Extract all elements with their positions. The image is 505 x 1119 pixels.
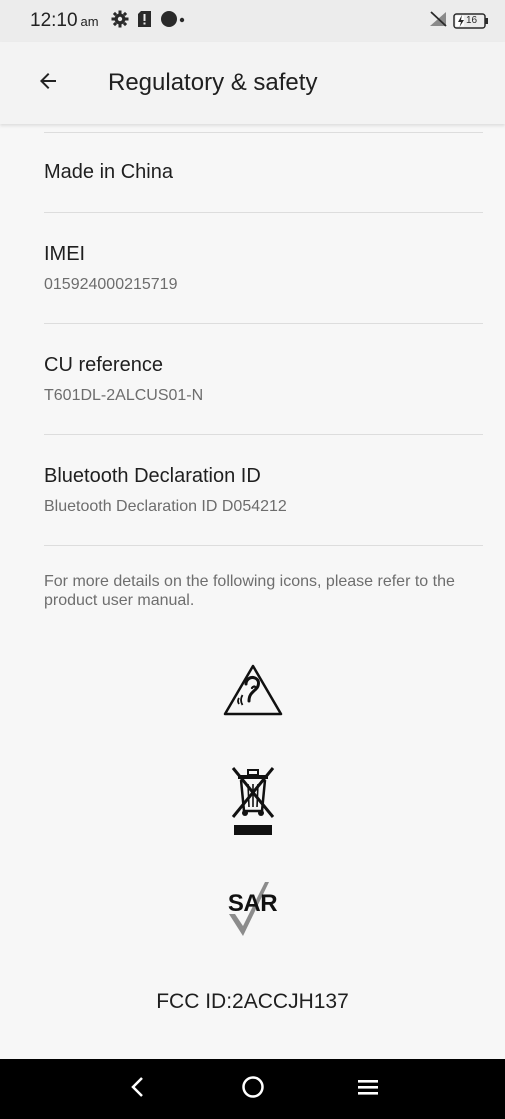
list-item-title: Bluetooth Declaration ID xyxy=(44,465,261,487)
hearing-aid-compatibility-icon xyxy=(222,663,284,722)
list-item-made-in[interactable]: Made in China xyxy=(0,133,505,212)
nav-back-button[interactable] xyxy=(113,1064,163,1114)
navigation-bar xyxy=(0,1059,505,1119)
arrow-back-icon xyxy=(36,69,60,98)
sar-icon: SAR xyxy=(221,878,285,942)
list-item-subtitle: T601DL-2ALCUS01-N xyxy=(44,387,204,404)
back-icon xyxy=(130,1076,146,1103)
back-button[interactable] xyxy=(24,59,72,107)
no-sim-icon xyxy=(429,10,447,32)
hac-icon-container xyxy=(0,663,505,722)
list-item-imei[interactable]: IMEI 015924000215719 xyxy=(0,213,505,323)
app-bar: Regulatory & safety xyxy=(0,42,505,124)
status-ampm: am xyxy=(80,13,99,29)
battery-charging-icon: 16 xyxy=(453,12,489,30)
gear-icon xyxy=(111,10,129,33)
list-item-title: IMEI xyxy=(44,243,86,265)
weee-crossed-bin-icon xyxy=(230,765,276,842)
divider xyxy=(44,545,483,546)
list-item-bluetooth-declaration[interactable]: Bluetooth Declaration ID Bluetooth Decla… xyxy=(0,435,505,545)
regulatory-info-list: Made in China IMEI 015924000215719 CU re… xyxy=(0,124,505,546)
page-title: Regulatory & safety xyxy=(108,69,318,96)
fcc-id: FCC ID:2ACCJH137 xyxy=(156,990,349,1013)
list-item-title: Made in China xyxy=(44,161,173,183)
status-bar: 12:10 am 16 xyxy=(0,0,505,42)
recents-menu-icon xyxy=(357,1078,379,1101)
icons-info-note: For more details on the following icons,… xyxy=(44,573,455,609)
list-item-title: CU reference xyxy=(44,354,163,376)
sar-label: SAR xyxy=(227,890,278,917)
list-item-cu-reference[interactable]: CU reference T601DL-2ALCUS01-N xyxy=(0,324,505,434)
battery-level: 16 xyxy=(466,15,478,26)
sar-icon-container: SAR xyxy=(0,878,505,942)
nav-home-button[interactable] xyxy=(228,1064,278,1114)
home-icon xyxy=(241,1075,265,1104)
nav-recents-button[interactable] xyxy=(343,1064,393,1114)
sd-card-alert-icon xyxy=(137,10,152,33)
list-item-subtitle: Bluetooth Declaration ID D054212 xyxy=(44,498,287,515)
list-item-subtitle: 015924000215719 xyxy=(44,276,178,293)
status-time: 12:10 xyxy=(30,10,78,31)
weee-icon-container xyxy=(0,765,505,842)
notification-dot-icon xyxy=(160,10,186,33)
